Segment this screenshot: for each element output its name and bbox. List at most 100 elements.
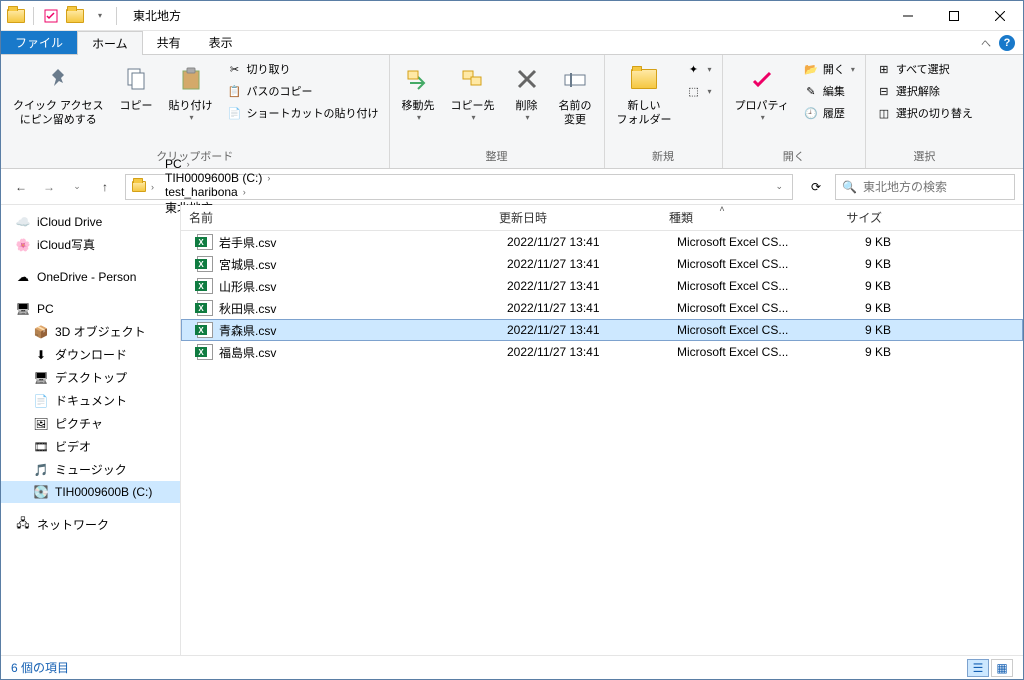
- new-item-button[interactable]: ✦: [682, 59, 716, 79]
- tree-item[interactable]: 🖥PC: [1, 298, 180, 320]
- tree-item-icon: 📄: [33, 393, 49, 409]
- tree-item-icon: 📦: [33, 324, 49, 340]
- history-button[interactable]: 🕘履歴: [799, 103, 859, 123]
- refresh-button[interactable]: ⟳: [801, 174, 831, 200]
- group-label-open: 開く: [729, 146, 859, 166]
- tab-file[interactable]: ファイル: [1, 31, 77, 54]
- breadcrumb-item[interactable]: test_haribona›: [161, 185, 277, 199]
- paste-shortcut-button[interactable]: 📄ショートカットの貼り付け: [223, 103, 383, 123]
- group-label-organize: 整理: [396, 146, 598, 166]
- rename-icon: [559, 63, 591, 95]
- easy-access-button[interactable]: ⬚: [682, 81, 716, 101]
- pin-to-quick-access-button[interactable]: クイック アクセス にピン留めする: [7, 59, 110, 132]
- search-input[interactable]: [863, 180, 1018, 194]
- selectall-icon: ⊞: [876, 61, 892, 77]
- open-button[interactable]: 📂開く: [799, 59, 859, 79]
- ribbon: クイック アクセス にピン留めする コピー 貼り付け ✂切り取り 📋パスのコピー…: [1, 55, 1023, 169]
- tree-item[interactable]: 🖼ピクチャ: [1, 412, 180, 435]
- csv-file-icon: [197, 234, 213, 250]
- maximize-button[interactable]: [931, 1, 977, 31]
- tree-item[interactable]: ☁OneDrive - Person: [1, 266, 180, 288]
- delete-icon: [511, 63, 543, 95]
- nav-tree[interactable]: ☁️iCloud Drive🌸iCloud写真 ☁OneDrive - Perso…: [1, 205, 181, 655]
- qat-dropdown[interactable]: [88, 5, 110, 27]
- forward-button[interactable]: →: [37, 175, 61, 199]
- tree-item[interactable]: 🎞ビデオ: [1, 435, 180, 458]
- select-all-button[interactable]: ⊞すべて選択: [872, 59, 977, 79]
- edit-icon: ✎: [803, 83, 819, 99]
- path-icon: 📋: [227, 83, 243, 99]
- tree-item[interactable]: 📄ドキュメント: [1, 389, 180, 412]
- file-row[interactable]: 秋田県.csv2022/11/27 13:41Microsoft Excel C…: [181, 297, 1023, 319]
- newfolder-icon: [628, 63, 660, 95]
- ribbon-tabs: ファイル ホーム 共有 表示 へ ?: [1, 31, 1023, 55]
- paste-icon: [175, 63, 207, 95]
- recent-dropdown[interactable]: ⌄: [65, 175, 89, 199]
- item-count: 6 個の項目: [11, 659, 69, 676]
- rename-button[interactable]: 名前の 変更: [553, 59, 598, 132]
- navbar: ← → ⌄ ↑ › PC›TIH0009600B (C:)›test_harib…: [1, 169, 1023, 205]
- help-icon[interactable]: ?: [999, 35, 1015, 51]
- tree-item[interactable]: 🖥デスクトップ: [1, 366, 180, 389]
- tree-item[interactable]: ☁️iCloud Drive: [1, 211, 180, 233]
- edit-button[interactable]: ✎編集: [799, 81, 859, 101]
- invert-selection-button[interactable]: ◫選択の切り替え: [872, 103, 977, 123]
- qat-properties-icon[interactable]: [40, 5, 62, 27]
- breadcrumb-item[interactable]: PC›: [161, 157, 277, 171]
- newitem-icon: ✦: [686, 61, 702, 77]
- delete-button[interactable]: 削除: [505, 59, 549, 128]
- tab-home[interactable]: ホーム: [77, 31, 143, 55]
- easyaccess-icon: ⬚: [686, 83, 702, 99]
- tree-item[interactable]: 💽TIH0009600B (C:): [1, 481, 180, 503]
- address-dropdown[interactable]: ⌄: [768, 175, 790, 199]
- tree-item-icon: 🎵: [33, 462, 49, 478]
- new-folder-button[interactable]: 新しい フォルダー: [611, 59, 678, 132]
- copy-button[interactable]: コピー: [114, 59, 159, 117]
- view-details-button[interactable]: ☰: [967, 659, 989, 677]
- back-button[interactable]: ←: [9, 175, 33, 199]
- tree-item[interactable]: 🎵ミュージック: [1, 458, 180, 481]
- file-row[interactable]: 青森県.csv2022/11/27 13:41Microsoft Excel C…: [181, 319, 1023, 341]
- csv-file-icon: [197, 344, 213, 360]
- tree-item-icon: ☁: [15, 269, 31, 285]
- csv-file-icon: [197, 256, 213, 272]
- tab-view[interactable]: 表示: [195, 31, 247, 54]
- tree-item-icon: 🖧: [15, 517, 31, 533]
- column-headers: ˄ 名前 更新日時 種類 サイズ: [181, 205, 1023, 231]
- collapse-ribbon-icon[interactable]: へ: [981, 35, 991, 50]
- addressbar[interactable]: › PC›TIH0009600B (C:)›test_haribona›東北地方…: [125, 174, 793, 200]
- copy-to-button[interactable]: コピー先: [445, 59, 501, 128]
- window-title: 東北地方: [125, 7, 885, 24]
- pin-icon: [42, 63, 74, 95]
- breadcrumb-item[interactable]: TIH0009600B (C:)›: [161, 171, 277, 185]
- history-icon: 🕘: [803, 105, 819, 121]
- file-row[interactable]: 福島県.csv2022/11/27 13:41Microsoft Excel C…: [181, 341, 1023, 363]
- tree-item[interactable]: 📦3D オブジェクト: [1, 320, 180, 343]
- view-icons-button[interactable]: ▦: [991, 659, 1013, 677]
- folder-icon[interactable]: [64, 5, 86, 27]
- tree-item[interactable]: 🖧ネットワーク: [1, 513, 180, 536]
- file-row[interactable]: 岩手県.csv2022/11/27 13:41Microsoft Excel C…: [181, 231, 1023, 253]
- breadcrumb-root-icon[interactable]: ›: [128, 175, 161, 199]
- up-button[interactable]: ↑: [93, 175, 117, 199]
- minimize-button[interactable]: [885, 1, 931, 31]
- move-to-button[interactable]: 移動先: [396, 59, 441, 128]
- cut-button[interactable]: ✂切り取り: [223, 59, 383, 79]
- file-list[interactable]: ˄ 名前 更新日時 種類 サイズ 岩手県.csv2022/11/27 13:41…: [181, 205, 1023, 655]
- close-button[interactable]: [977, 1, 1023, 31]
- tree-item-icon: 🖥: [15, 301, 31, 317]
- file-row[interactable]: 宮城県.csv2022/11/27 13:41Microsoft Excel C…: [181, 253, 1023, 275]
- titlebar: 東北地方: [1, 1, 1023, 31]
- invert-icon: ◫: [876, 105, 892, 121]
- scissors-icon: ✂: [227, 61, 243, 77]
- properties-button[interactable]: プロパティ: [729, 59, 795, 128]
- file-row[interactable]: 山形県.csv2022/11/27 13:41Microsoft Excel C…: [181, 275, 1023, 297]
- copy-path-button[interactable]: 📋パスのコピー: [223, 81, 383, 101]
- tree-item-icon: ⬇: [33, 347, 49, 363]
- paste-button[interactable]: 貼り付け: [163, 59, 219, 128]
- tab-share[interactable]: 共有: [143, 31, 195, 54]
- tree-item[interactable]: ⬇ダウンロード: [1, 343, 180, 366]
- tree-item[interactable]: 🌸iCloud写真: [1, 233, 180, 256]
- searchbox[interactable]: 🔍: [835, 174, 1015, 200]
- select-none-button[interactable]: ⊟選択解除: [872, 81, 977, 101]
